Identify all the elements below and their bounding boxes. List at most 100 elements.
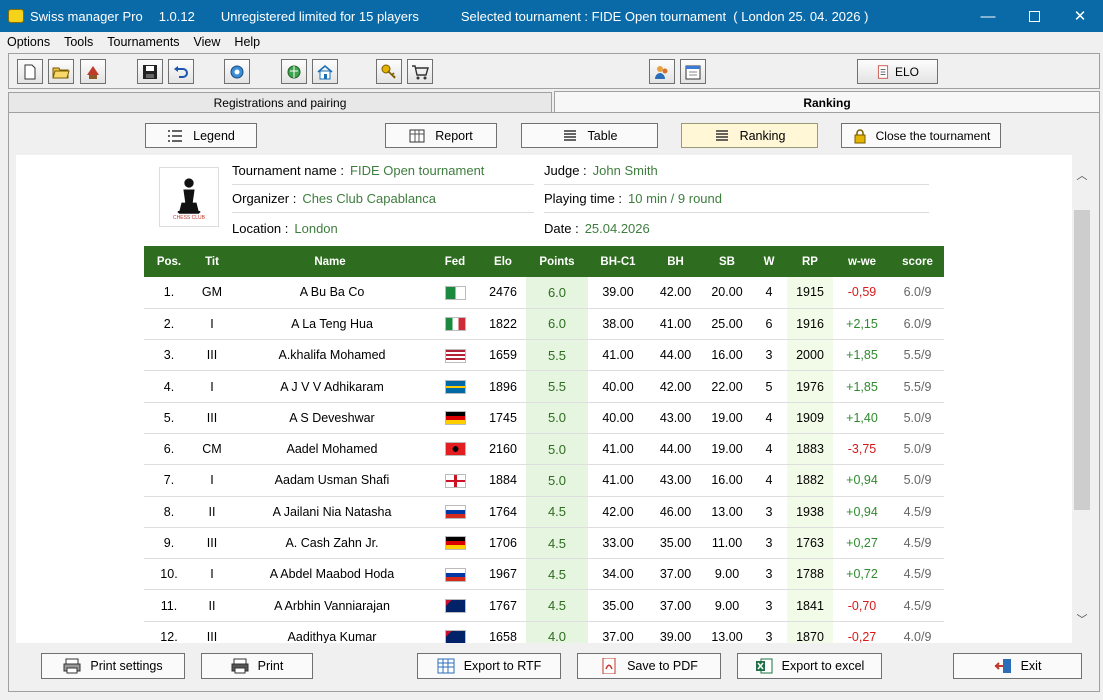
close-tournament-label: Close the tournament [875, 128, 991, 143]
table-row[interactable]: 5. III A S Deveshwar 1745 5.0 40.00 43.00 19.00… [144, 402, 944, 434]
cart-icon[interactable] [407, 59, 433, 84]
flag-icon [444, 317, 466, 332]
judge-row: Judge : John Smith [544, 157, 929, 185]
menu-tournaments[interactable]: Tournaments [100, 35, 186, 49]
table-row[interactable]: 1. GM A Bu Ba Co 2476 6.0 39.00 42.00 20.00 4 191… [144, 277, 944, 309]
col-bhc1[interactable]: BH-C1 [588, 246, 648, 277]
table-row[interactable]: 9. III A. Cash Zahn Jr. 1706 4.5 33.00 35.00 11… [144, 527, 944, 560]
location-row: Location : London [232, 214, 534, 242]
print-settings-button[interactable]: Print settings [41, 653, 185, 679]
exit-label: Exit [1020, 659, 1042, 673]
cell-w: 4 [751, 433, 787, 466]
cell-tit: II [194, 496, 230, 528]
home-icon[interactable] [312, 59, 338, 84]
fide-globe-icon[interactable] [281, 59, 307, 84]
calendar-icon[interactable] [680, 59, 706, 84]
table-row[interactable]: 8. II A Jailani Nia Natasha 1764 4.5 42.00 46.… [144, 496, 944, 528]
cell-rp: 1976 [787, 370, 833, 403]
cell-sb: 20.00 [703, 277, 751, 309]
cell-pos: 3. [144, 339, 194, 372]
exit-button[interactable]: Exit [953, 653, 1082, 679]
col-pos[interactable]: Pos. [144, 246, 194, 277]
judge-label: Judge : [544, 163, 587, 178]
col-w[interactable]: W [751, 246, 787, 277]
col-score[interactable]: score [891, 246, 944, 277]
save-icon[interactable] [137, 59, 163, 84]
cell-elo: 1764 [480, 496, 526, 528]
close-tournament-button[interactable]: Close the tournament [841, 123, 1001, 148]
table-row[interactable]: 3. III A.khalifa Mohamed 1659 5.5 41.00 44.00 1… [144, 339, 944, 372]
tab-ranking[interactable]: Ranking [554, 91, 1100, 113]
scroll-up-icon[interactable]: ︿ [1075, 167, 1089, 182]
col-name[interactable]: Name [230, 246, 430, 277]
table-row[interactable]: 11. II A Arbhin Vanniarajan 1767 4.5 35.00 37.… [144, 589, 944, 622]
menu-options[interactable]: Options [0, 35, 57, 49]
vertical-scrollbar[interactable]: ︿ ﹀ [1072, 155, 1092, 643]
col-fed[interactable]: Fed [430, 246, 480, 277]
table-button[interactable]: Table [521, 123, 658, 148]
col-wwe[interactable]: w-we [833, 246, 891, 277]
settings-icon[interactable] [224, 59, 250, 84]
scroll-down-icon[interactable]: ﹀ [1075, 611, 1089, 626]
open-folder-icon[interactable] [48, 59, 74, 84]
table-row[interactable]: 7. I Aadam Usman Shafi 1884 5.0 41.00 43.00 16.… [144, 464, 944, 497]
table-row[interactable]: 10. I A Abdel Maabod Hoda 1967 4.5 34.00 37.00… [144, 558, 944, 591]
col-bh[interactable]: BH [648, 246, 703, 277]
col-elo[interactable]: Elo [480, 246, 526, 277]
cell-fed [430, 558, 480, 591]
menu-view[interactable]: View [187, 35, 228, 49]
club-logo-text: CHESS CLUB [173, 215, 205, 221]
legend-button[interactable]: Legend [145, 123, 257, 148]
new-file-icon[interactable] [17, 59, 43, 84]
cell-wwe: +0,72 [833, 558, 891, 591]
cell-rp: 1883 [787, 433, 833, 466]
cell-w: 3 [751, 621, 787, 643]
close-icon[interactable]: ✕ [1057, 0, 1103, 32]
cell-pos: 10. [144, 558, 194, 591]
cell-name: Aadam Usman Shafi [230, 464, 430, 497]
rtf-table-icon [437, 658, 455, 674]
minimize-icon[interactable]: — [965, 0, 1011, 32]
cell-w: 3 [751, 558, 787, 591]
col-sb[interactable]: SB [703, 246, 751, 277]
col-rp[interactable]: RP [787, 246, 833, 277]
cell-pos: 8. [144, 496, 194, 528]
key-icon[interactable] [376, 59, 402, 84]
export-rtf-label: Export to RTF [463, 659, 542, 673]
table-row[interactable]: 6. CM Aadel Mohamed 2160 5.0 41.00 44.00 19.00 4… [144, 433, 944, 466]
cell-pos: 9. [144, 527, 194, 560]
tournament-icon[interactable] [80, 59, 106, 84]
cell-rp: 1788 [787, 558, 833, 591]
cell-bh: 44.00 [648, 433, 703, 466]
app-icon [8, 9, 24, 23]
save-pdf-button[interactable]: Save to PDF [577, 653, 721, 679]
players-icon[interactable] [649, 59, 675, 84]
undo-icon[interactable] [168, 59, 194, 84]
cell-elo: 1706 [480, 527, 526, 560]
cell-bhc1: 42.00 [588, 496, 648, 528]
maximize-icon[interactable] [1011, 0, 1057, 32]
cell-bh: 41.00 [648, 308, 703, 341]
scrollbar-thumb[interactable] [1074, 210, 1090, 510]
report-button[interactable]: Report [385, 123, 497, 148]
menu-tools[interactable]: Tools [57, 35, 100, 49]
col-points[interactable]: Points [526, 246, 588, 277]
cell-score: 6.0/9 [891, 308, 944, 341]
menu-help[interactable]: Help [227, 35, 267, 49]
table-row[interactable]: 12. III Aadithya Kumar 1658 4.0 37.00 39.00 13.… [144, 621, 944, 643]
ranking-button[interactable]: Ranking [681, 123, 818, 148]
print-button[interactable]: Print [201, 653, 313, 679]
cell-score: 4.0/9 [891, 621, 944, 643]
cell-bh: 46.00 [648, 496, 703, 528]
col-tit[interactable]: Tit [194, 246, 230, 277]
table-row[interactable]: 2. I A La Teng Hua 1822 6.0 38.00 41.00 25.00 6 1… [144, 308, 944, 341]
cell-name: A La Teng Hua [230, 308, 430, 341]
export-rtf-button[interactable]: Export to RTF [417, 653, 561, 679]
table-row[interactable]: 4. I A J V V Adhikaram 1896 5.5 40.00 42.00 22.… [144, 370, 944, 403]
cell-score: 5.0/9 [891, 464, 944, 497]
tab-registrations[interactable]: Registrations and pairing [8, 92, 552, 113]
tournament-name-row: Tournament name : FIDE Open tournament [232, 157, 534, 185]
ranking-table: Pos. Tit Name Fed Elo Points BH-C1 BH SB… [144, 246, 944, 643]
elo-button[interactable]: ELO [857, 59, 938, 84]
export-excel-button[interactable]: Export to excel [737, 653, 882, 679]
